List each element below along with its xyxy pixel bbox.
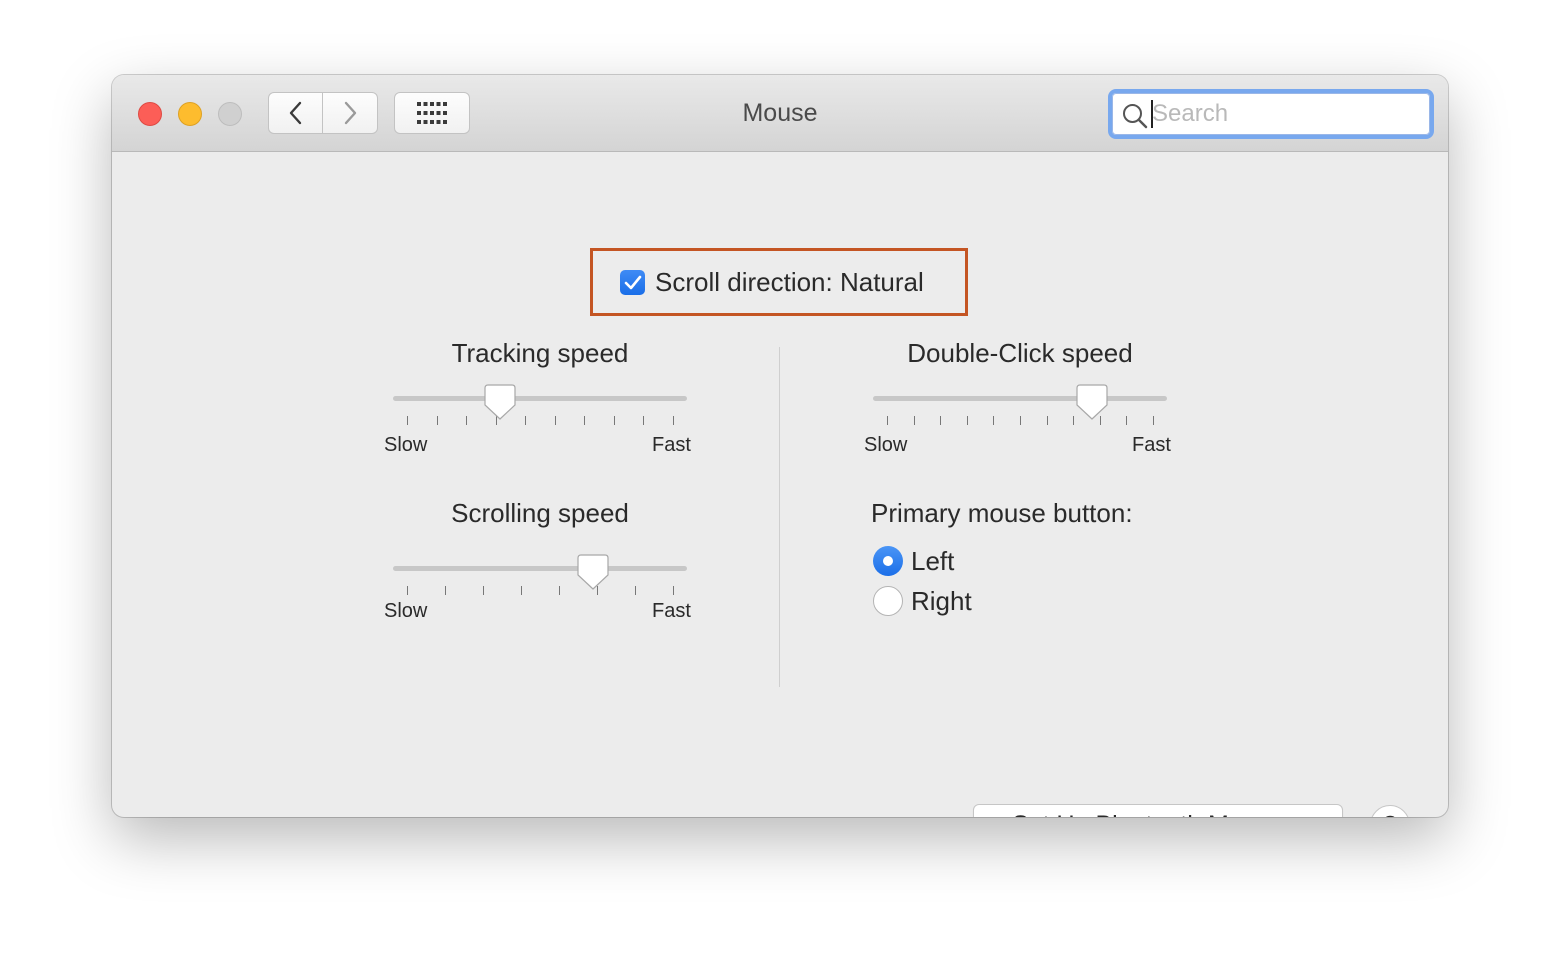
tracking-speed-slider[interactable] xyxy=(393,384,687,436)
mouse-preferences-window: Mouse Scroll direction: Natural Tracking… xyxy=(112,75,1448,817)
set-up-bluetooth-mouse-button[interactable]: Set Up Bluetooth Mouse... xyxy=(973,804,1343,817)
show-all-button[interactable] xyxy=(394,92,470,134)
preferences-content: Scroll direction: Natural Tracking speed… xyxy=(112,152,1448,817)
scrolling-speed-slider[interactable] xyxy=(393,554,687,606)
chevron-left-icon xyxy=(289,101,301,125)
title-bar: Mouse xyxy=(112,75,1448,152)
tracking-speed-tick xyxy=(436,416,438,425)
scrolling-speed-min-label: Slow xyxy=(384,600,428,622)
help-button[interactable]: ? xyxy=(1370,805,1410,817)
tracking-speed-tick xyxy=(673,416,674,425)
back-button[interactable] xyxy=(268,92,323,134)
double-click-speed-max-label: Fast xyxy=(1132,434,1171,456)
scrolling-speed-track[interactable] xyxy=(393,566,687,571)
double-click-speed-tick xyxy=(1153,416,1154,425)
chevron-right-icon xyxy=(344,101,357,125)
scroll-direction-checkbox[interactable] xyxy=(620,270,645,295)
tracking-speed-max-label: Fast xyxy=(652,434,691,456)
scrolling-speed-tick xyxy=(445,586,446,595)
scrolling-speed-tick xyxy=(483,586,484,595)
primary-button-left-radio[interactable] xyxy=(873,546,903,576)
search-input[interactable] xyxy=(1152,97,1422,131)
text-caret xyxy=(1151,100,1153,128)
close-window-button[interactable] xyxy=(138,102,162,126)
search-icon xyxy=(1123,104,1148,129)
scroll-direction-label[interactable]: Scroll direction: Natural xyxy=(655,267,924,298)
scrolling-speed-tick xyxy=(635,586,636,595)
checkmark-icon xyxy=(624,275,641,289)
tracking-speed-tick xyxy=(466,416,468,425)
column-divider xyxy=(779,347,780,687)
scrolling-speed-tick xyxy=(673,586,674,595)
grid-icon xyxy=(417,102,447,124)
double-click-speed-min-label: Slow xyxy=(864,434,908,456)
double-click-speed-slider[interactable] xyxy=(873,384,1167,436)
double-click-speed-tick xyxy=(1126,416,1128,425)
radio-selected-dot xyxy=(883,556,893,566)
primary-button-right-radio[interactable] xyxy=(873,586,903,616)
scrolling-speed-tick xyxy=(559,586,560,595)
double-click-speed-tick xyxy=(993,416,995,425)
double-click-speed-track[interactable] xyxy=(873,396,1167,401)
double-click-speed-tick xyxy=(966,416,968,425)
tracking-speed-tick xyxy=(525,416,527,425)
forward-button[interactable] xyxy=(322,92,378,134)
window-title: Mouse xyxy=(742,99,818,127)
tracking-speed-tick xyxy=(554,416,556,425)
tracking-speed-tick xyxy=(643,416,645,425)
double-click-speed-tick xyxy=(940,416,942,425)
primary-button-right-label[interactable]: Right xyxy=(911,586,972,617)
primary-mouse-button-label: Primary mouse button: xyxy=(871,498,1133,528)
minimize-window-button[interactable] xyxy=(178,102,202,126)
double-click-speed-tick xyxy=(1020,416,1021,425)
zoom-window-button[interactable] xyxy=(218,102,242,126)
tracking-speed-tick xyxy=(584,416,586,425)
scrolling-speed-tick xyxy=(521,586,522,595)
double-click-speed-thumb[interactable] xyxy=(1075,383,1109,421)
scrolling-speed-max-label: Fast xyxy=(652,600,691,622)
double-click-speed-tick xyxy=(913,416,915,425)
double-click-speed-tick xyxy=(887,416,888,425)
double-click-speed-title: Double-Click speed xyxy=(907,338,1133,368)
tracking-speed-track[interactable] xyxy=(393,396,687,401)
tracking-speed-thumb[interactable] xyxy=(483,383,517,421)
primary-button-left-label[interactable]: Left xyxy=(911,546,954,577)
scrolling-speed-tick xyxy=(407,586,408,595)
tracking-speed-tick xyxy=(407,416,408,425)
double-click-speed-tick xyxy=(1046,416,1048,425)
search-field[interactable] xyxy=(1108,89,1434,139)
tracking-speed-min-label: Slow xyxy=(384,434,428,456)
tracking-speed-title: Tracking speed xyxy=(451,338,629,368)
scrolling-speed-thumb[interactable] xyxy=(576,553,610,591)
scrolling-speed-title: Scrolling speed xyxy=(451,498,629,528)
tracking-speed-tick xyxy=(613,416,615,425)
